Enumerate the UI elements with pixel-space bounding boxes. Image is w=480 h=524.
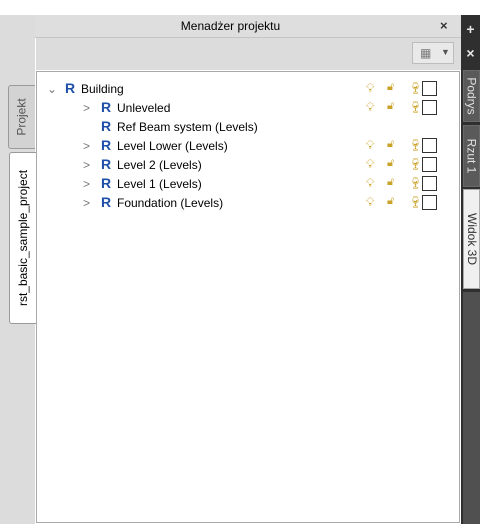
tab-label: Projekt (15, 98, 30, 136)
tree-row[interactable]: R Ref Beam system (Levels) (37, 118, 457, 136)
revit-r-icon: R (101, 194, 112, 210)
transparency-glass-icon[interactable]: 🍷︎ (408, 157, 423, 171)
unlock-icon[interactable]: 🔓︎ (387, 176, 394, 189)
select-checkbox[interactable] (422, 138, 437, 153)
tree-row[interactable]: > R Foundation (Levels) 💡︎ 🔓︎ 🍷︎ (37, 194, 457, 212)
select-checkbox[interactable] (422, 176, 437, 191)
tree-row-label: Level 2 (Levels) (117, 158, 202, 172)
tab-label: rst_basic_sample_project (16, 169, 31, 307)
revit-r-icon: R (101, 175, 112, 191)
transparency-glass-icon[interactable]: 🍷︎ (408, 81, 423, 95)
select-checkbox[interactable] (422, 100, 437, 115)
transparency-glass-icon[interactable]: 🍷︎ (408, 138, 423, 152)
row-icons: 💡︎ 🔓︎ 🍷︎ (366, 157, 456, 173)
visibility-bulb-icon[interactable]: 💡︎ (366, 81, 374, 96)
transparency-glass-icon[interactable]: 🍷︎ (408, 100, 423, 114)
unlock-icon[interactable]: 🔓︎ (387, 157, 394, 170)
tree-row-label: Unleveled (117, 101, 171, 115)
visibility-bulb-icon[interactable]: 💡︎ (366, 195, 374, 210)
tree-row-label: Level 1 (Levels) (117, 177, 202, 191)
row-icons: 💡︎ 🔓︎ 🍷︎ (366, 195, 456, 211)
tab-podrys[interactable]: Podrys (463, 70, 480, 122)
select-checkbox[interactable] (422, 195, 437, 210)
visibility-bulb-icon[interactable]: 💡︎ (366, 100, 374, 115)
left-tab-column: Projekt rst_basic_sample_project (0, 15, 36, 524)
tree-row[interactable]: > R Level 1 (Levels) 💡︎ 🔓︎ 🍷︎ (37, 175, 457, 193)
row-icons: 💡︎ 🔓︎ 🍷︎ (366, 81, 456, 97)
top-strip (0, 0, 480, 15)
title-bar[interactable]: ⇹ Menadżer projektu × (0, 15, 461, 38)
unlock-icon[interactable]: 🔓︎ (387, 100, 394, 113)
side-panel-background (463, 292, 480, 524)
expand-chevron-icon[interactable]: > (83, 177, 90, 191)
revit-r-icon: R (101, 137, 112, 153)
tab-rzut-1[interactable]: Rzut 1 (463, 125, 480, 187)
transparency-glass-icon[interactable]: 🍷︎ (408, 195, 423, 209)
project-tree: ⌄ R Building 💡︎ 🔓︎ 🍷︎ > R Unleveled 💡︎ 🔓︎ 🍷︎ R Ref Be… (36, 71, 460, 523)
row-icons: 💡︎ 🔓︎ 🍷︎ (366, 100, 456, 116)
select-checkbox[interactable] (422, 157, 437, 172)
revit-r-icon: R (101, 156, 112, 172)
tree-row-label: Foundation (Levels) (117, 196, 224, 210)
tab-label: Rzut 1 (464, 138, 479, 174)
tab-rst-basic-sample-project[interactable]: rst_basic_sample_project (9, 152, 36, 324)
close-side-button[interactable]: × (461, 45, 480, 61)
revit-r-icon: R (101, 118, 112, 134)
visibility-bulb-icon[interactable]: 💡︎ (366, 138, 374, 153)
right-side-panel: + × Podrys Rzut 1 Widok 3D (461, 15, 480, 524)
revit-r-icon: R (101, 99, 112, 115)
expand-chevron-icon[interactable]: > (83, 158, 90, 172)
unlock-icon[interactable]: 🔓︎ (387, 195, 394, 208)
add-button[interactable]: + (461, 21, 480, 37)
transparency-glass-icon[interactable]: 🍷︎ (408, 176, 423, 190)
toolbar: ▦ ▼ (36, 38, 461, 70)
collapse-chevron-icon[interactable]: ⌄ (47, 82, 57, 96)
tab-label: Widok 3D (464, 212, 479, 266)
filter-icon: ▦ (420, 46, 432, 60)
tab-projekt[interactable]: Projekt (8, 85, 35, 149)
tree-row[interactable]: ⌄ R Building 💡︎ 🔓︎ 🍷︎ (37, 80, 457, 98)
tab-label: Podrys (464, 77, 479, 115)
window-title: Menadżer projektu (180, 19, 281, 33)
tab-widok-3d[interactable]: Widok 3D (463, 189, 480, 289)
expand-chevron-icon[interactable]: > (83, 139, 90, 153)
tree-row[interactable]: > R Unleveled 💡︎ 🔓︎ 🍷︎ (37, 99, 457, 117)
expand-chevron-icon[interactable]: > (83, 196, 90, 210)
select-checkbox[interactable] (422, 81, 437, 96)
chevron-down-icon[interactable]: ▼ (441, 47, 450, 57)
filter-button[interactable]: ▦ ▼ (412, 42, 454, 64)
close-button[interactable]: × (440, 18, 448, 33)
visibility-bulb-icon[interactable]: 💡︎ (366, 157, 374, 172)
tree-row-label: Ref Beam system (Levels) (117, 120, 258, 134)
tree-row-label: Building (81, 82, 124, 96)
tree-row-label: Level Lower (Levels) (117, 139, 228, 153)
revit-r-icon: R (65, 80, 76, 96)
project-manager-window: ⇹ Menadżer projektu × ▦ ▼ ⌄ R Building 💡︎ 🔓︎… (0, 15, 461, 524)
row-icons: 💡︎ 🔓︎ 🍷︎ (366, 138, 456, 154)
tree-row[interactable]: > R Level 2 (Levels) 💡︎ 🔓︎ 🍷︎ (37, 156, 457, 174)
unlock-icon[interactable]: 🔓︎ (387, 81, 394, 94)
unlock-icon[interactable]: 🔓︎ (387, 138, 394, 151)
expand-chevron-icon[interactable]: > (83, 101, 90, 115)
tree-row[interactable]: > R Level Lower (Levels) 💡︎ 🔓︎ 🍷︎ (37, 137, 457, 155)
row-icons: 💡︎ 🔓︎ 🍷︎ (366, 176, 456, 192)
visibility-bulb-icon[interactable]: 💡︎ (366, 176, 374, 191)
